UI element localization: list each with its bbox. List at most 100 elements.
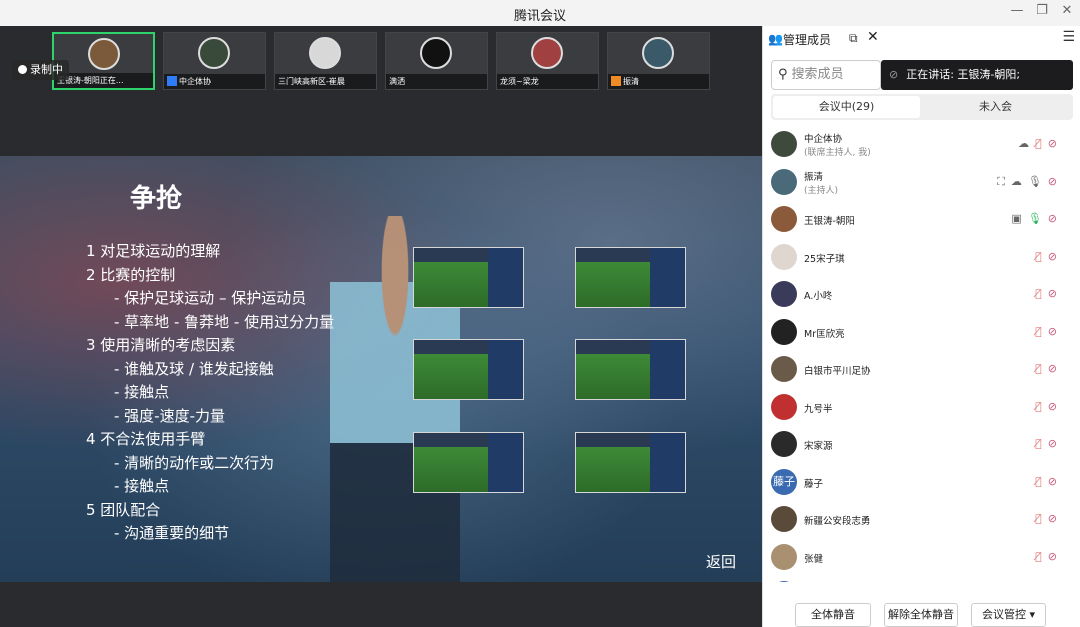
member-row[interactable]: 张健 🎙̸ ⊘ xyxy=(763,539,1080,577)
member-name: 25宋子琪 xyxy=(804,253,845,265)
mic-muted-icon[interactable]: 🎙̸ xyxy=(1035,550,1042,563)
mic-muted-icon[interactable]: 🎙̸ xyxy=(1035,287,1042,300)
avatar xyxy=(771,543,797,570)
recording-indicator[interactable]: 录制中 xyxy=(12,60,69,80)
unmute-all-button[interactable]: 解除全体静音 xyxy=(884,603,958,627)
match-clip-thumbnail[interactable] xyxy=(413,432,524,493)
member-row[interactable]: A.小咚 🎙̸ ⊘ xyxy=(763,276,1080,314)
slide-subpoint: - 谁触及球 / 谁发起接触 xyxy=(114,359,274,378)
mic-muted-icon[interactable]: 🎙̸ xyxy=(1035,437,1042,450)
member-name: 中企体协 xyxy=(804,134,843,145)
avatar xyxy=(771,281,797,307)
popout-icon[interactable]: ⧉ xyxy=(849,31,858,46)
close-panel-icon[interactable]: ✕ xyxy=(867,29,879,45)
speaking-indicator: ⊘ 正在讲话: 王银涛-朝阳; xyxy=(881,60,1073,90)
camera-off-icon[interactable]: ⊘ xyxy=(1048,287,1057,300)
avatar xyxy=(531,37,563,69)
video-tile[interactable]: 三门峡高新区-崔晨 xyxy=(274,32,377,90)
tab-not-joined[interactable]: 未入会 xyxy=(922,96,1069,118)
camera-off-icon[interactable]: ⊘ xyxy=(1048,550,1057,563)
video-tile[interactable]: 振清 xyxy=(607,32,710,90)
mic-off-icon: ⊘ xyxy=(889,68,899,81)
slide-subpoint: - 草率地 - 鲁莽地 - 使用过分力量 xyxy=(114,312,335,331)
camera-off-icon[interactable]: ⊘ xyxy=(1048,137,1057,150)
camera-off-icon[interactable]: ⊘ xyxy=(1048,475,1057,488)
avatar xyxy=(771,356,797,382)
mic-muted-icon[interactable]: 🎙̸ xyxy=(1035,325,1042,338)
close-button[interactable]: ✕ xyxy=(1056,3,1078,18)
mic-muted-icon[interactable]: 🎙̸ xyxy=(1035,137,1042,150)
match-clip-thumbnail[interactable] xyxy=(413,247,524,308)
match-clip-thumbnail[interactable] xyxy=(575,432,686,493)
slide-subpoint: - 保护足球运动 – 保护运动员 xyxy=(114,289,307,307)
video-tile[interactable]: 龙须~梁龙 xyxy=(496,32,599,90)
mic-active-icon[interactable]: 🎙 xyxy=(1028,212,1042,225)
slide-point: 5 团队配合 xyxy=(86,500,161,519)
slide-point: 3 使用清晰的考虑因素 xyxy=(86,336,236,354)
camera-off-icon[interactable]: ⊘ xyxy=(1048,175,1057,188)
slide-subpoint: - 接触点 xyxy=(114,477,170,495)
mic-muted-icon[interactable]: 🎙̸ xyxy=(1035,362,1042,375)
member-row[interactable]: 王银涛-朝阳 ▣ 🎙 ⊘ xyxy=(763,201,1080,239)
back-link[interactable]: 返回 xyxy=(706,551,736,572)
member-row[interactable]: 25宋子琪 🎙̸ ⊘ xyxy=(763,239,1080,277)
member-row[interactable]: 新疆公安段志勇 🎙̸ ⊘ xyxy=(763,501,1080,539)
avatar: 藤子 xyxy=(771,468,797,495)
member-name: 王银涛-朝阳 xyxy=(804,216,855,227)
video-strip: 王银涛-朝阳正在... 中企体协 三门峡高新区-崔晨 满洒 龙须~梁龙 振清 xyxy=(0,26,762,96)
screen-share-icon[interactable]: ▣ xyxy=(1011,212,1021,225)
presentation-slide: 争抢 1 对足球运动的理解 2 比赛的控制 - 保护足球运动 – 保护运动员 - 草率… xyxy=(0,156,762,582)
meeting-control-button[interactable]: 会议管控 ▾ xyxy=(971,603,1046,627)
match-clip-thumbnail[interactable] xyxy=(575,247,686,308)
member-row[interactable]: 藤子 藤子 🎙̸ ⊘ xyxy=(763,464,1080,502)
video-tile-name: 振清 xyxy=(608,74,709,89)
member-name: 白银市平川足协 xyxy=(804,366,871,377)
search-input[interactable]: ⚲ 搜索成员 xyxy=(771,60,881,90)
mute-all-button[interactable]: 全体静音 xyxy=(795,603,871,627)
avatar xyxy=(642,37,674,69)
menu-icon[interactable]: ☰ xyxy=(1062,29,1075,45)
video-tile[interactable]: 满洒 xyxy=(385,32,488,90)
member-row[interactable]: 中企体协 (联席主持人, 我) ☁ 🎙̸ ⊘ xyxy=(763,126,1080,164)
camera-off-icon[interactable]: ⊘ xyxy=(1048,400,1057,413)
camera-off-icon[interactable]: ⊘ xyxy=(1048,212,1057,225)
avatar xyxy=(771,168,797,195)
cloud-record-icon[interactable]: ☁ xyxy=(1011,175,1022,188)
video-tile-name: 中企体协 xyxy=(164,74,265,89)
top-band xyxy=(0,96,762,156)
avatar xyxy=(771,318,797,345)
tab-in-meeting[interactable]: 会议中(29) xyxy=(773,96,920,118)
member-row[interactable]: 白银市平川足协 🎙̸ ⊘ xyxy=(763,351,1080,389)
member-row[interactable]: 宋家源 🎙̸ ⊘ xyxy=(763,426,1080,464)
cloud-record-icon[interactable]: ☁ xyxy=(1018,137,1029,150)
maximize-button[interactable]: ❐ xyxy=(1031,3,1053,18)
mic-muted-icon[interactable]: 🎙̸ xyxy=(1035,512,1042,525)
mic-muted-icon[interactable]: 🎙̸ xyxy=(1035,475,1042,488)
member-row[interactable]: 表队中国石油体协代表队🎙̸⊘ xyxy=(763,576,1080,582)
avatar-frame-icon[interactable]: ⛶ xyxy=(997,175,1005,189)
camera-off-icon[interactable]: ⊘ xyxy=(1048,250,1057,263)
mic-icon[interactable]: 🎙 xyxy=(1028,175,1042,188)
camera-off-icon[interactable]: ⊘ xyxy=(1048,325,1057,338)
shared-screen-area: 王银涛-朝阳正在... 中企体协 三门峡高新区-崔晨 满洒 龙须~梁龙 振清 录制中 争抢… xyxy=(0,26,762,627)
member-name: 藤子 xyxy=(804,478,824,490)
avatar xyxy=(198,37,230,69)
member-row[interactable]: 九号半 🎙̸ ⊘ xyxy=(763,389,1080,427)
mic-muted-icon[interactable]: 🎙̸ xyxy=(1035,400,1042,413)
camera-off-icon[interactable]: ⊘ xyxy=(1048,362,1057,375)
match-clip-thumbnail[interactable] xyxy=(575,339,686,400)
mic-muted-icon[interactable]: 🎙̸ xyxy=(1035,250,1042,263)
host-badge-icon xyxy=(167,76,177,86)
avatar xyxy=(771,243,797,270)
video-tile[interactable]: 中企体协 xyxy=(163,32,266,90)
minimize-button[interactable]: — xyxy=(1006,3,1028,18)
member-list[interactable]: 中企体协 (联席主持人, 我) ☁ 🎙̸ ⊘ 振清 (主持人) ⛶ ☁ 🎙 ⊘ 王银涛-朝阳 ▣ 🎙 ⊘ 25… xyxy=(763,126,1080,582)
slide-subpoint: - 清晰的动作或二次行为 xyxy=(114,453,275,472)
match-clip-thumbnail[interactable] xyxy=(413,339,524,400)
member-row[interactable]: 振清 (主持人) ⛶ ☁ 🎙 ⊘ xyxy=(763,164,1080,202)
slide-bullets: 1 对足球运动的理解 2 比赛的控制 - 保护足球运动 – 保护运动员 - 草率地 -… xyxy=(86,240,334,546)
title-bar: 腾讯会议 — ❐ ✕ xyxy=(0,0,1080,26)
camera-off-icon[interactable]: ⊘ xyxy=(1048,437,1057,450)
camera-off-icon[interactable]: ⊘ xyxy=(1048,512,1057,525)
member-row[interactable]: Mr匡欣亮 🎙̸ ⊘ xyxy=(763,314,1080,352)
